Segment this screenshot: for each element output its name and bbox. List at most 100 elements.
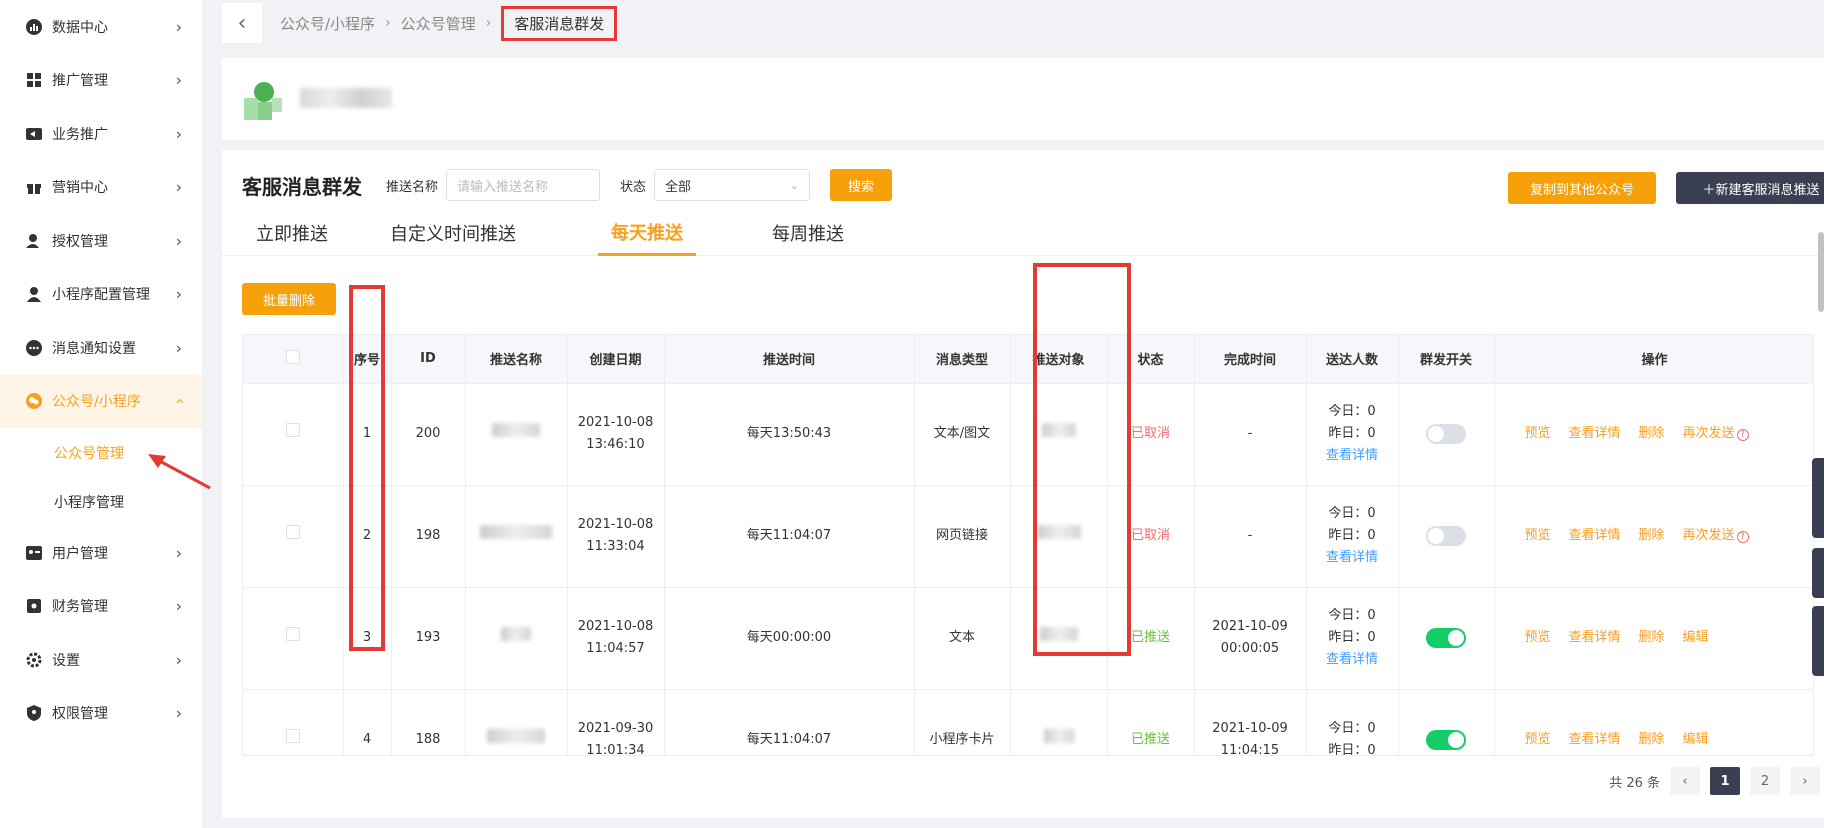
finish-cell: 2021-10-09 11:04:15 [1194, 689, 1307, 755]
search-button[interactable]: 搜索 [830, 169, 893, 201]
table-body: 1 200 2021-10-08 13:46:10 每天13:50:43 文本/图文 已取消… [243, 383, 1814, 756]
broadcast-toggle[interactable] [1426, 729, 1466, 750]
status-select[interactable]: 全部 ⌄ [654, 169, 811, 201]
op-link[interactable]: 查看详情 [1569, 423, 1621, 445]
row-checkbox[interactable] [285, 729, 300, 743]
op-link[interactable]: 预览 [1525, 525, 1551, 547]
tab-weekly[interactable]: 每周推送 [762, 210, 854, 256]
today-count: 今日：0 [1328, 506, 1376, 521]
op-link[interactable]: 查看详情 [1569, 627, 1621, 649]
side-float-tab[interactable] [1812, 458, 1824, 538]
blurred-text [1036, 525, 1081, 539]
op-link[interactable]: 查看详情 [1569, 525, 1621, 547]
target-cell [1010, 689, 1108, 755]
push-name-input[interactable]: 请输入推送名称 [446, 169, 601, 201]
op-link[interactable]: 查看详情 [1569, 729, 1621, 751]
help-icon[interactable]: ? [1736, 429, 1749, 441]
op-label: 预览 [1524, 630, 1551, 645]
push-name-cell [465, 689, 568, 755]
sidebar-item-users[interactable]: 用户管理 › [0, 526, 202, 580]
sidebar-item-official-accounts[interactable]: 公众号/小程序 › [0, 374, 202, 428]
tab-custom-time[interactable]: 自定义时间推送 [372, 210, 534, 256]
sidebar-item-authorization[interactable]: 授权管理 › [0, 214, 202, 268]
gear-icon [24, 650, 44, 670]
sidebar-item-notifications[interactable]: 消息通知设置 › [0, 321, 202, 375]
op-link[interactable]: 删除 [1639, 729, 1665, 751]
name-filter-label: 推送名称 [386, 179, 439, 195]
yesterday-count: 昨日：0 [1328, 743, 1376, 756]
finish-date: 2021-10-09 [1212, 619, 1288, 634]
push-time-cell: 每天00:00:00 [664, 587, 915, 690]
breadcrumb-separator: › [385, 15, 391, 31]
batch-delete-button[interactable]: 批量删除 [242, 283, 336, 315]
sidebar-item-finance[interactable]: 财务管理 › [0, 580, 202, 634]
msg-type-cell: 文本 [914, 587, 1011, 690]
op-link[interactable]: 删除 [1639, 525, 1665, 547]
broadcast-toggle[interactable] [1426, 423, 1466, 444]
created-cell: 2021-10-08 11:04:57 [567, 587, 665, 690]
tab-daily[interactable]: 每天推送 [598, 210, 696, 256]
next-page-button[interactable]: › [1790, 767, 1820, 795]
page-button[interactable]: 2 [1750, 767, 1780, 795]
new-push-button[interactable]: ＋新建客服消息推送 [1676, 172, 1824, 204]
chevron-right-icon: › [175, 596, 182, 616]
help-icon[interactable]: ? [1736, 531, 1749, 543]
row-checkbox[interactable] [285, 525, 300, 539]
breadcrumb: ‹ 公众号/小程序 › 公众号管理 › 客服消息群发 [222, 0, 1824, 46]
op-label: 预览 [1524, 528, 1551, 543]
created-cell: 2021-09-30 11:01:34 [567, 689, 665, 756]
select-all-checkbox[interactable] [285, 349, 300, 364]
op-link[interactable]: 删除 [1639, 423, 1665, 445]
op-label: 查看详情 [1568, 426, 1621, 441]
breadcrumb-item[interactable]: 公众号/小程序 [280, 13, 375, 34]
sidebar-item-business[interactable]: 业务推广 › [0, 107, 202, 161]
delivery-detail-link[interactable]: 查看详情 [1307, 547, 1398, 569]
pagination: 共 26 条 ‹ 1 2 › [1609, 766, 1820, 796]
prev-page-button[interactable]: ‹ [1670, 767, 1700, 795]
index-cell: 1 [343, 383, 392, 486]
tab-immediate[interactable]: 立即推送 [252, 210, 332, 256]
op-link[interactable]: 预览 [1525, 627, 1551, 649]
row-checkbox[interactable] [285, 627, 300, 641]
pagination-total: 共 26 条 [1609, 775, 1660, 791]
sidebar-item-marketing[interactable]: 营销中心 › [0, 161, 202, 215]
op-link[interactable]: 再次发送? [1683, 423, 1749, 445]
chat-icon [24, 338, 44, 358]
ops-cell: 预览 查看详情 删除 编辑 [1494, 689, 1813, 755]
finish-cell: - [1194, 383, 1307, 486]
back-button[interactable]: ‹ [222, 3, 262, 43]
finish-date: 2021-10-09 [1212, 721, 1288, 736]
delivery-detail-link[interactable]: 查看详情 [1307, 445, 1398, 467]
op-link[interactable]: 删除 [1639, 627, 1665, 649]
created-time: 11:01:34 [586, 743, 645, 756]
sidebar-item-permissions[interactable]: 权限管理 › [0, 687, 202, 741]
broadcast-toggle[interactable] [1426, 525, 1466, 546]
op-link[interactable]: 编辑 [1683, 627, 1709, 649]
copy-to-other-accounts-button[interactable]: 复制到其他公众号 [1508, 172, 1656, 204]
broadcast-toggle[interactable] [1426, 627, 1466, 648]
op-link[interactable]: 编辑 [1683, 729, 1709, 751]
sidebar-item-settings[interactable]: 设置 › [0, 633, 202, 687]
side-float-tab[interactable] [1812, 548, 1824, 598]
row-checkbox[interactable] [285, 423, 300, 437]
chevron-right-icon: › [175, 703, 182, 723]
op-link[interactable]: 预览 [1525, 729, 1551, 751]
megaphone-icon [24, 124, 44, 144]
scrollbar-thumb[interactable] [1818, 232, 1824, 312]
ops-group: 预览 查看详情 删除 再次发送? [1495, 525, 1814, 547]
delivery-detail-link[interactable]: 查看详情 [1307, 649, 1398, 671]
created-time: 11:04:57 [586, 641, 645, 656]
op-link[interactable]: 再次发送? [1683, 525, 1749, 547]
chevron-down-icon: ⌄ [789, 178, 800, 192]
sidebar-item-data-center[interactable]: 数据中心 › [0, 0, 202, 54]
sidebar-item-label: 业务推广 [52, 126, 108, 143]
sidebar-item-promotion[interactable]: 推广管理 › [0, 54, 202, 108]
ops-cell: 预览 查看详情 删除 编辑 [1494, 587, 1813, 690]
breadcrumb-item[interactable]: 公众号管理 [401, 13, 476, 34]
op-label: 查看详情 [1568, 732, 1621, 747]
push-name-cell [465, 383, 568, 486]
page-button[interactable]: 1 [1710, 767, 1740, 795]
sidebar-item-miniapp-config[interactable]: 小程序配置管理 › [0, 268, 202, 322]
op-link[interactable]: 预览 [1525, 423, 1551, 445]
side-float-tab[interactable] [1812, 606, 1824, 676]
